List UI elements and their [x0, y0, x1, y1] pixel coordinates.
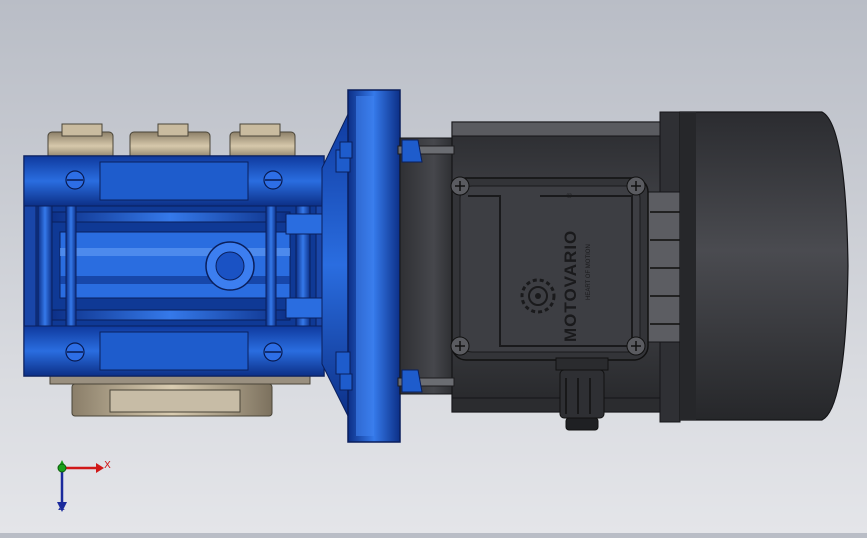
- brand-tagline-text: HEART OF MOTION: [586, 244, 592, 300]
- cad-viewport[interactable]: MOTOVARIO HEART OF MOTION ®: [0, 0, 867, 533]
- gearbox-housing: [23, 155, 325, 377]
- axis-x-label: X: [104, 460, 111, 471]
- screw-icon: [450, 176, 470, 196]
- screw-icon: [626, 176, 646, 196]
- gearbox-top-caps: [47, 123, 296, 161]
- registered-mark: ®: [566, 192, 574, 198]
- brand-logo-text: MOTOVARIO: [561, 230, 580, 342]
- gearbox-output-flange: [49, 375, 311, 417]
- axis-triad[interactable]: X Z: [48, 450, 111, 520]
- screw-icon: [263, 342, 283, 362]
- motor-assembly-model[interactable]: MOTOVARIO HEART OF MOTION ®: [0, 0, 867, 533]
- motor-adapter: [321, 89, 401, 443]
- screw-icon: [65, 342, 85, 362]
- cable-gland: [555, 357, 609, 431]
- terminal-box: MOTOVARIO HEART OF MOTION ®: [450, 176, 649, 361]
- screw-icon: [263, 170, 283, 190]
- screw-icon: [626, 336, 646, 356]
- screw-icon: [450, 336, 470, 356]
- screw-icon: [65, 170, 85, 190]
- axis-z-label: Z: [58, 502, 65, 513]
- axis-triad-icon: [57, 460, 104, 512]
